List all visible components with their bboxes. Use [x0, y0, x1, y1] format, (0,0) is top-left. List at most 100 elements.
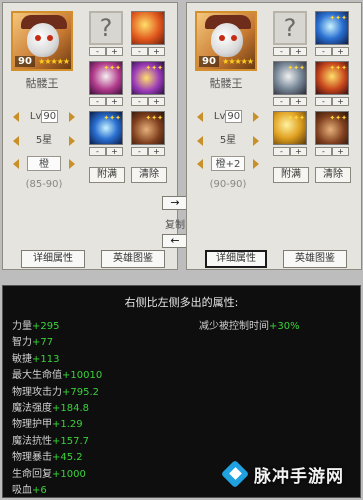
star-icon: ✦✦✦: [145, 114, 163, 122]
watermark: 脉冲手游网: [220, 457, 352, 491]
stat-line: 物理护甲+1.29: [12, 415, 83, 430]
slot-adjust: - +: [273, 97, 307, 106]
equip-slot-leather-boots[interactable]: ✦✦✦: [315, 111, 349, 145]
skull-face: [211, 23, 243, 57]
clear-button[interactable]: 清除: [315, 167, 351, 183]
equip-slot-empty[interactable]: ?: [89, 11, 123, 45]
level-input[interactable]: 90: [41, 110, 59, 123]
star-rating-icon: ★★★★★: [38, 57, 70, 66]
minus-button[interactable]: -: [89, 147, 106, 156]
minus-button[interactable]: -: [131, 147, 148, 156]
clear-button[interactable]: 清除: [131, 167, 167, 183]
stat-value: +295: [32, 321, 60, 332]
level-decrease-arrow-icon[interactable]: [197, 112, 203, 122]
minus-button[interactable]: -: [131, 47, 148, 56]
minus-button[interactable]: -: [89, 97, 106, 106]
stat-line-control-reduction: 减少被控制时间+30%: [199, 317, 300, 332]
star-icon: ✦✦✦: [103, 114, 121, 122]
stat-line: 吸血+6: [12, 481, 47, 496]
equip-slot-empty[interactable]: ?: [273, 11, 307, 45]
level-increase-arrow-icon[interactable]: [253, 112, 259, 122]
plus-button[interactable]: +: [332, 47, 349, 56]
plus-button[interactable]: +: [148, 147, 165, 156]
plus-button[interactable]: +: [148, 47, 165, 56]
quality-value: 橙+2: [211, 156, 245, 171]
star-decrease-arrow-icon[interactable]: [13, 136, 19, 146]
stat-label: 敏捷: [12, 353, 32, 365]
plus-button[interactable]: +: [106, 147, 123, 156]
quality-increase-arrow-icon[interactable]: [253, 159, 259, 169]
equip-slot-gold-armor[interactable]: ✦✦✦: [131, 61, 165, 95]
minus-button[interactable]: -: [315, 97, 332, 106]
equip-slot-leather-boots[interactable]: ✦✦✦: [131, 111, 165, 145]
hero-name: 骷髅王: [209, 77, 243, 90]
quality-decrease-arrow-icon[interactable]: [197, 159, 203, 169]
slot-adjust: - +: [315, 47, 349, 56]
quality-increase-arrow-icon[interactable]: [69, 159, 75, 169]
level-prefix: Lv: [213, 111, 226, 122]
quality-control: 橙+2: [197, 156, 259, 172]
level-badge: 90: [199, 56, 219, 67]
stat-label: 物理护甲: [12, 419, 52, 431]
stat-label: 物理暴击: [12, 452, 52, 464]
minus-button[interactable]: -: [315, 47, 332, 56]
copy-left-arrow-button[interactable]: ←: [162, 234, 188, 248]
equip-slot-blue-flame[interactable]: ✦✦✦: [315, 11, 349, 45]
plus-button[interactable]: +: [106, 47, 123, 56]
detail-attributes-button[interactable]: 详细属性: [205, 250, 267, 268]
quality-decrease-arrow-icon[interactable]: [13, 159, 19, 169]
plus-button[interactable]: +: [332, 97, 349, 106]
star-increase-arrow-icon[interactable]: [69, 136, 75, 146]
minus-button[interactable]: -: [273, 97, 290, 106]
equip-slot-flame-helm[interactable]: [131, 11, 165, 45]
star-decrease-arrow-icon[interactable]: [197, 136, 203, 146]
level-control: Lv 90: [13, 109, 75, 125]
stats-heading: 右侧比左侧多出的属性:: [124, 296, 239, 309]
copy-right-arrow-button[interactable]: →: [162, 196, 188, 210]
level-input[interactable]: 90: [225, 110, 243, 123]
equip-slot-skull-mask[interactable]: ✦✦✦: [89, 61, 123, 95]
stat-value: +10010: [62, 370, 103, 382]
stat-value: +77: [32, 337, 54, 349]
hero-portrait[interactable]: 90 ★★★★★: [195, 11, 257, 71]
hero-guide-button[interactable]: 英雄图鉴: [101, 250, 165, 268]
attach-full-button[interactable]: 附满: [273, 167, 309, 183]
plus-button[interactable]: +: [290, 97, 307, 106]
right-hero-panel: 90 ★★★★★ 骷髅王 ? ✦✦✦ - + - + ✦✦✦ ✦✦✦ - + - + ✦…: [186, 2, 362, 270]
stat-line: 魔法强度+184.8: [12, 399, 89, 414]
stat-line: 物理暴击+45.2: [12, 448, 83, 463]
minus-button[interactable]: -: [89, 47, 106, 56]
stat-label: 魔法抗性: [12, 435, 52, 447]
stat-value: +6: [32, 485, 47, 496]
level-increase-arrow-icon[interactable]: [69, 112, 75, 122]
level-range: (90-90): [209, 179, 247, 190]
equip-slot-blue-orb[interactable]: ✦✦✦: [89, 111, 123, 145]
plus-button[interactable]: +: [148, 97, 165, 106]
minus-button[interactable]: -: [315, 147, 332, 156]
minus-button[interactable]: -: [273, 47, 290, 56]
watermark-text: 脉冲手游网: [254, 466, 344, 487]
plus-button[interactable]: +: [106, 97, 123, 106]
detail-attributes-button[interactable]: 详细属性: [21, 250, 85, 268]
minus-button[interactable]: -: [131, 97, 148, 106]
level-decrease-arrow-icon[interactable]: [13, 112, 19, 122]
star-value: 5星: [35, 135, 53, 146]
plus-button[interactable]: +: [332, 147, 349, 156]
equip-slot-gold-sword[interactable]: ✦✦✦: [273, 111, 307, 145]
star-increase-arrow-icon[interactable]: [253, 136, 259, 146]
slot-adjust: - +: [315, 147, 349, 156]
minus-button[interactable]: -: [273, 147, 290, 156]
hero-portrait[interactable]: 90 ★★★★★: [11, 11, 73, 71]
plus-button[interactable]: +: [290, 147, 307, 156]
hero-guide-button[interactable]: 英雄图鉴: [283, 250, 347, 268]
equip-slot-fire-helm[interactable]: ✦✦✦: [315, 61, 349, 95]
attach-full-button[interactable]: 附满: [89, 167, 125, 183]
stat-line: 智力+77: [12, 333, 53, 348]
star-rating-icon: ★★★★★: [222, 57, 254, 66]
equip-slot-hammer[interactable]: ✦✦✦: [273, 61, 307, 95]
star-icon: ✦✦✦: [329, 64, 347, 72]
plus-button[interactable]: +: [290, 47, 307, 56]
slot-adjust: - +: [315, 97, 349, 106]
star-icon: ✦✦✦: [145, 64, 163, 72]
stat-line: 生命回复+1000: [12, 465, 86, 480]
